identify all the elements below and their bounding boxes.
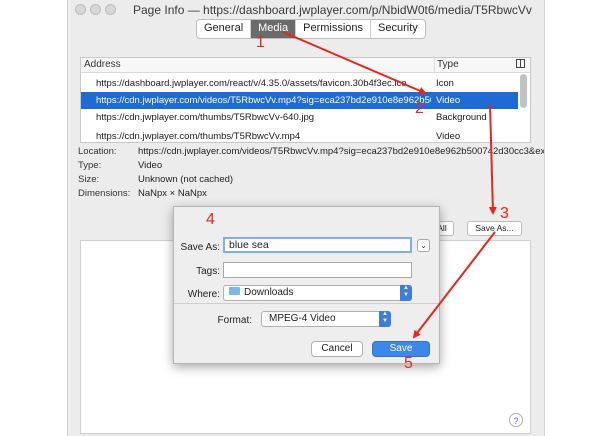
annotation-4: 4 bbox=[206, 211, 215, 228]
dimensions-label: Dimensions: bbox=[78, 188, 131, 199]
table-row-selected[interactable]: https://cdn.jwplayer.com/videos/T5RbwcVv… bbox=[81, 92, 518, 109]
row-address: https://cdn.jwplayer.com/videos/T5RbwcVv… bbox=[96, 95, 431, 106]
help-icon[interactable]: ? bbox=[509, 413, 523, 427]
annotation-5: 5 bbox=[404, 355, 413, 372]
zoom-window-button[interactable] bbox=[105, 4, 116, 15]
row-address: https://cdn.jwplayer.com/thumbs/T5RbwcVv… bbox=[96, 131, 301, 142]
format-value: MPEG-4 Video bbox=[269, 313, 336, 324]
tab-security[interactable]: Security bbox=[371, 20, 425, 38]
column-header-address[interactable]: Address bbox=[84, 59, 121, 70]
table-scrollbar[interactable] bbox=[520, 74, 527, 108]
window-title: Page Info — https://dashboard.jwplayer.c… bbox=[133, 3, 532, 17]
table-row[interactable]: https://cdn.jwplayer.com/thumbs/T5RbwcVv… bbox=[81, 109, 518, 126]
location-label: Location: bbox=[78, 146, 117, 157]
tab-permissions[interactable]: Permissions bbox=[296, 20, 372, 38]
minimize-window-button[interactable] bbox=[90, 4, 101, 15]
table-header: Address Type bbox=[81, 58, 530, 73]
close-window-button[interactable] bbox=[75, 4, 86, 15]
column-header-type[interactable]: Type bbox=[437, 59, 459, 70]
type-value: Video bbox=[138, 160, 163, 171]
save-as-button[interactable]: Save As... bbox=[467, 221, 522, 236]
folder-icon bbox=[229, 287, 240, 296]
annotation-3: 3 bbox=[500, 205, 509, 222]
save-button[interactable]: Save bbox=[372, 341, 430, 357]
column-picker-icon[interactable] bbox=[516, 59, 525, 68]
size-label: Size: bbox=[78, 174, 100, 185]
annotation-1: 1 bbox=[256, 34, 265, 51]
dialog-divider bbox=[174, 303, 439, 304]
tab-general[interactable]: General bbox=[197, 20, 252, 38]
table-row[interactable]: https://dashboard.jwplayer.com/react/v/4… bbox=[81, 75, 518, 92]
format-popup[interactable]: MPEG-4 Video ▲ ▼ bbox=[261, 311, 391, 327]
tags-input[interactable] bbox=[223, 262, 412, 278]
location-value: https://cdn.jwplayer.com/videos/T5RbwcVv… bbox=[138, 146, 545, 157]
row-type: Icon bbox=[436, 78, 454, 89]
popup-stepper-icon: ▲ ▼ bbox=[379, 311, 391, 327]
save-as-label: Save As: bbox=[180, 242, 220, 253]
where-value: Downloads bbox=[244, 287, 294, 298]
media-table: Address Type https://dashboard.jwplayer.… bbox=[80, 57, 531, 143]
table-row[interactable]: https://cdn.jwplayer.com/thumbs/T5RbwcVv… bbox=[81, 128, 518, 142]
size-value: Unknown (not cached) bbox=[138, 174, 234, 185]
row-type: Background bbox=[436, 112, 487, 123]
popup-stepper-icon: ▲ ▼ bbox=[400, 285, 412, 301]
format-label: Format: bbox=[217, 315, 252, 326]
annotation-2: 2 bbox=[415, 100, 424, 117]
row-type: Video bbox=[436, 95, 461, 106]
tags-label: Tags: bbox=[196, 266, 220, 277]
row-type: Video bbox=[436, 131, 461, 142]
tab-bar: General Media Permissions Security bbox=[196, 19, 426, 39]
type-label: Type: bbox=[78, 160, 102, 171]
chevron-down-icon[interactable]: ⌄ bbox=[417, 239, 430, 252]
dimensions-value: NaNpx × NaNpx bbox=[138, 188, 207, 199]
where-label: Where: bbox=[187, 289, 220, 300]
filename-input[interactable]: blue sea bbox=[223, 237, 412, 253]
row-address: https://dashboard.jwplayer.com/react/v/4… bbox=[96, 78, 407, 89]
row-address: https://cdn.jwplayer.com/thumbs/T5RbwcVv… bbox=[96, 112, 315, 123]
cancel-button[interactable]: Cancel bbox=[311, 341, 363, 357]
where-popup[interactable]: Downloads ▲ ▼ bbox=[223, 285, 412, 301]
save-dialog: Save As: blue sea ⌄ Tags: Where: Downloa… bbox=[173, 206, 440, 364]
column-divider bbox=[434, 58, 435, 72]
